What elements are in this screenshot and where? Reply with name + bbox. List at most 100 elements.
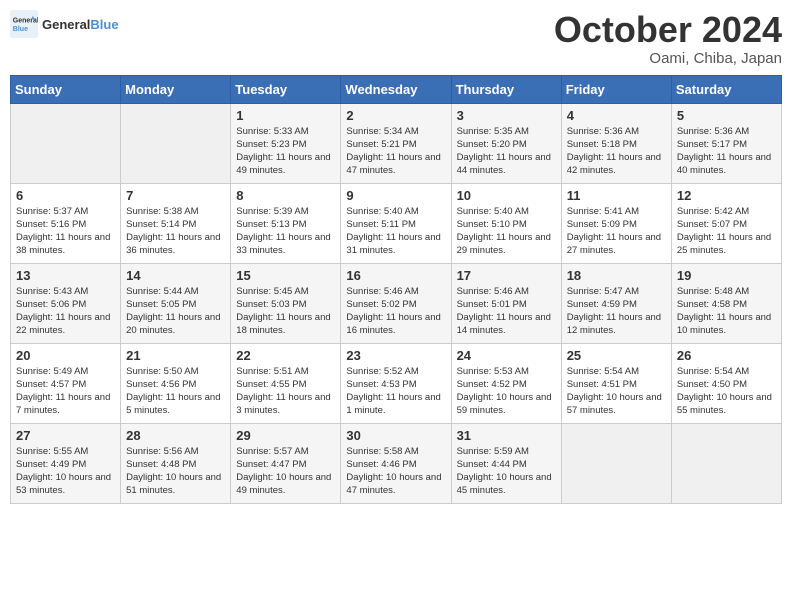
day-number: 5: [677, 108, 776, 123]
day-number: 6: [16, 188, 115, 203]
day-number: 26: [677, 348, 776, 363]
calendar-cell: 1 Sunrise: 5:33 AM Sunset: 5:23 PM Daylig…: [231, 103, 341, 183]
calendar-cell: 5Sunrise: 5:36 AM Sunset: 5:17 PM Daylig…: [671, 103, 781, 183]
day-info: Sunrise: 5:44 AM Sunset: 5:05 PM Dayligh…: [126, 285, 225, 338]
day-info: Sunrise: 5:49 AM Sunset: 4:57 PM Dayligh…: [16, 365, 115, 418]
day-number: 13: [16, 268, 115, 283]
calendar-cell: 16 Sunrise: 5:46 AM Sunset: 5:02 PM Dayli…: [341, 263, 451, 343]
calendar-cell: 7 Sunrise: 5:38 AM Sunset: 5:14 PM Daylig…: [121, 183, 231, 263]
day-number: 9: [346, 188, 445, 203]
calendar-cell: [671, 423, 781, 503]
day-info: Sunrise: 5:59 AM Sunset: 4:44 PM Dayligh…: [457, 445, 556, 498]
calendar-cell: 23Sunrise: 5:52 AM Sunset: 4:53 PM Dayli…: [341, 343, 451, 423]
day-number: 21: [126, 348, 225, 363]
calendar-cell: 30 Sunrise: 5:58 AM Sunset: 4:46 PM Dayli…: [341, 423, 451, 503]
calendar-day-header: Thursday: [451, 75, 561, 103]
day-number: 18: [567, 268, 666, 283]
calendar-week-row: 1 Sunrise: 5:33 AM Sunset: 5:23 PM Daylig…: [11, 103, 782, 183]
day-number: 29: [236, 428, 335, 443]
day-info: Sunrise: 5:33 AM Sunset: 5:23 PM Dayligh…: [236, 125, 335, 178]
day-number: 1: [236, 108, 335, 123]
calendar-cell: 17 Sunrise: 5:46 AM Sunset: 5:01 PM Dayli…: [451, 263, 561, 343]
location: Oami, Chiba, Japan: [554, 50, 782, 67]
day-number: 7: [126, 188, 225, 203]
calendar-cell: 14 Sunrise: 5:44 AM Sunset: 5:05 PM Dayli…: [121, 263, 231, 343]
day-number: 15: [236, 268, 335, 283]
calendar-day-header: Friday: [561, 75, 671, 103]
day-number: 31: [457, 428, 556, 443]
calendar-cell: 2Sunrise: 5:34 AM Sunset: 5:21 PM Daylig…: [341, 103, 451, 183]
day-info: Sunrise: 5:53 AM Sunset: 4:52 PM Dayligh…: [457, 365, 556, 418]
calendar-cell: [121, 103, 231, 183]
day-number: 25: [567, 348, 666, 363]
day-info: Sunrise: 5:54 AM Sunset: 4:51 PM Dayligh…: [567, 365, 666, 418]
day-info: Sunrise: 5:38 AM Sunset: 5:14 PM Dayligh…: [126, 205, 225, 258]
day-number: 30: [346, 428, 445, 443]
calendar-day-header: Monday: [121, 75, 231, 103]
calendar-week-row: 13 Sunrise: 5:43 AM Sunset: 5:06 PM Dayli…: [11, 263, 782, 343]
day-info: Sunrise: 5:34 AM Sunset: 5:21 PM Dayligh…: [346, 125, 445, 178]
day-number: 11: [567, 188, 666, 203]
month-title: October 2024: [554, 10, 782, 50]
day-number: 28: [126, 428, 225, 443]
day-info: Sunrise: 5:55 AM Sunset: 4:49 PM Dayligh…: [16, 445, 115, 498]
calendar-cell: 15 Sunrise: 5:45 AM Sunset: 5:03 PM Dayli…: [231, 263, 341, 343]
day-number: 19: [677, 268, 776, 283]
calendar-cell: 18 Sunrise: 5:47 AM Sunset: 4:59 PM Dayli…: [561, 263, 671, 343]
day-info: Sunrise: 5:41 AM Sunset: 5:09 PM Dayligh…: [567, 205, 666, 258]
day-number: 4: [567, 108, 666, 123]
calendar-table: SundayMondayTuesdayWednesdayThursdayFrid…: [10, 75, 782, 504]
day-info: Sunrise: 5:58 AM Sunset: 4:46 PM Dayligh…: [346, 445, 445, 498]
calendar-day-header: Tuesday: [231, 75, 341, 103]
calendar-cell: 24Sunrise: 5:53 AM Sunset: 4:52 PM Dayli…: [451, 343, 561, 423]
calendar-header-row: SundayMondayTuesdayWednesdayThursdayFrid…: [11, 75, 782, 103]
day-info: Sunrise: 5:46 AM Sunset: 5:01 PM Dayligh…: [457, 285, 556, 338]
calendar-cell: 10Sunrise: 5:40 AM Sunset: 5:10 PM Dayli…: [451, 183, 561, 263]
calendar-cell: 6 Sunrise: 5:37 AM Sunset: 5:16 PM Daylig…: [11, 183, 121, 263]
calendar-week-row: 20 Sunrise: 5:49 AM Sunset: 4:57 PM Dayli…: [11, 343, 782, 423]
calendar-cell: 25 Sunrise: 5:54 AM Sunset: 4:51 PM Dayli…: [561, 343, 671, 423]
calendar-cell: 29 Sunrise: 5:57 AM Sunset: 4:47 PM Dayli…: [231, 423, 341, 503]
day-info: Sunrise: 5:37 AM Sunset: 5:16 PM Dayligh…: [16, 205, 115, 258]
day-info: Sunrise: 5:36 AM Sunset: 5:18 PM Dayligh…: [567, 125, 666, 178]
calendar-week-row: 6 Sunrise: 5:37 AM Sunset: 5:16 PM Daylig…: [11, 183, 782, 263]
day-number: 20: [16, 348, 115, 363]
day-info: Sunrise: 5:47 AM Sunset: 4:59 PM Dayligh…: [567, 285, 666, 338]
calendar-cell: 4 Sunrise: 5:36 AM Sunset: 5:18 PM Daylig…: [561, 103, 671, 183]
calendar-cell: [561, 423, 671, 503]
day-number: 12: [677, 188, 776, 203]
day-number: 17: [457, 268, 556, 283]
day-number: 16: [346, 268, 445, 283]
title-block: October 2024 Oami, Chiba, Japan: [554, 10, 782, 67]
day-info: Sunrise: 5:45 AM Sunset: 5:03 PM Dayligh…: [236, 285, 335, 338]
day-info: Sunrise: 5:40 AM Sunset: 5:10 PM Dayligh…: [457, 205, 556, 258]
logo-icon: General Blue: [10, 10, 38, 38]
calendar-cell: 9 Sunrise: 5:40 AM Sunset: 5:11 PM Daylig…: [341, 183, 451, 263]
day-info: Sunrise: 5:43 AM Sunset: 5:06 PM Dayligh…: [16, 285, 115, 338]
day-info: Sunrise: 5:56 AM Sunset: 4:48 PM Dayligh…: [126, 445, 225, 498]
calendar-cell: 22 Sunrise: 5:51 AM Sunset: 4:55 PM Dayli…: [231, 343, 341, 423]
logo: General Blue GeneralBlue: [10, 10, 119, 38]
calendar-cell: 28 Sunrise: 5:56 AM Sunset: 4:48 PM Dayli…: [121, 423, 231, 503]
day-info: Sunrise: 5:52 AM Sunset: 4:53 PM Dayligh…: [346, 365, 445, 418]
calendar-cell: 20 Sunrise: 5:49 AM Sunset: 4:57 PM Dayli…: [11, 343, 121, 423]
calendar-cell: 12Sunrise: 5:42 AM Sunset: 5:07 PM Dayli…: [671, 183, 781, 263]
day-info: Sunrise: 5:48 AM Sunset: 4:58 PM Dayligh…: [677, 285, 776, 338]
calendar-cell: 27Sunrise: 5:55 AM Sunset: 4:49 PM Dayli…: [11, 423, 121, 503]
day-info: Sunrise: 5:39 AM Sunset: 5:13 PM Dayligh…: [236, 205, 335, 258]
day-number: 22: [236, 348, 335, 363]
day-info: Sunrise: 5:46 AM Sunset: 5:02 PM Dayligh…: [346, 285, 445, 338]
calendar-cell: 21Sunrise: 5:50 AM Sunset: 4:56 PM Dayli…: [121, 343, 231, 423]
day-info: Sunrise: 5:51 AM Sunset: 4:55 PM Dayligh…: [236, 365, 335, 418]
calendar-cell: 13 Sunrise: 5:43 AM Sunset: 5:06 PM Dayli…: [11, 263, 121, 343]
logo-text: GeneralBlue: [42, 17, 119, 32]
day-number: 14: [126, 268, 225, 283]
calendar-cell: 3Sunrise: 5:35 AM Sunset: 5:20 PM Daylig…: [451, 103, 561, 183]
calendar-cell: 11 Sunrise: 5:41 AM Sunset: 5:09 PM Dayli…: [561, 183, 671, 263]
day-info: Sunrise: 5:40 AM Sunset: 5:11 PM Dayligh…: [346, 205, 445, 258]
svg-text:Blue: Blue: [13, 26, 28, 33]
day-number: 3: [457, 108, 556, 123]
day-info: Sunrise: 5:57 AM Sunset: 4:47 PM Dayligh…: [236, 445, 335, 498]
calendar-cell: 19 Sunrise: 5:48 AM Sunset: 4:58 PM Dayli…: [671, 263, 781, 343]
calendar-day-header: Saturday: [671, 75, 781, 103]
